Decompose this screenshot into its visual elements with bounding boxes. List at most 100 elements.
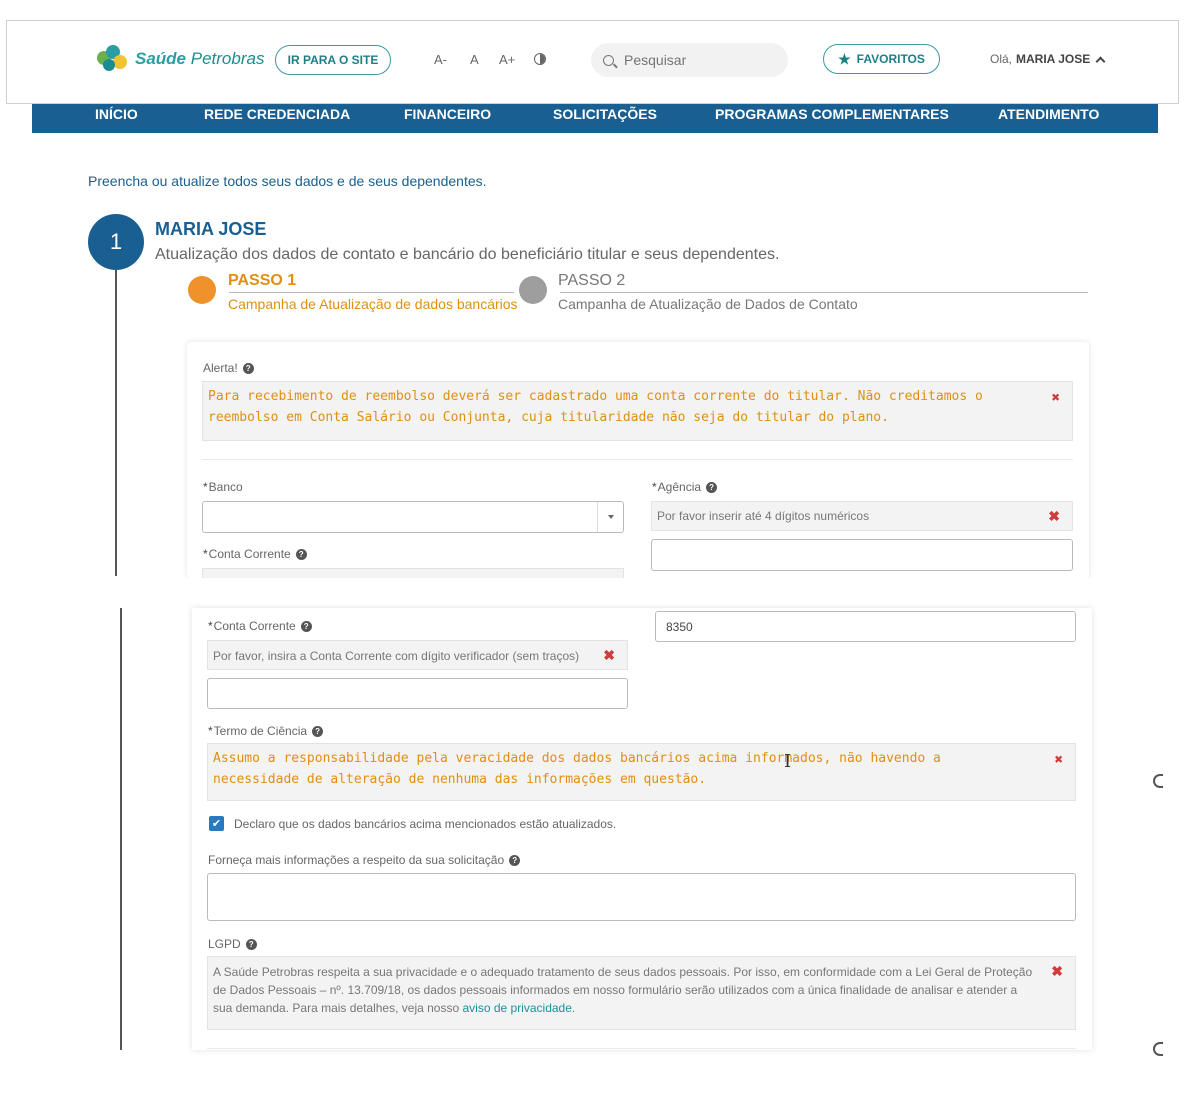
lgpd-label-text: LGPD [208, 937, 241, 951]
nav-item-solicitacoes[interactable]: SOLICITAÇÕES [553, 104, 657, 133]
go-to-site-button[interactable]: IR PARA O SITE [275, 45, 391, 75]
confirm-checkbox[interactable]: ✔ [209, 816, 224, 831]
chevron-down-icon[interactable] [597, 502, 623, 532]
star-icon: ★ [838, 50, 851, 67]
divider [207, 1048, 1076, 1049]
more-info-label-text: Forneça mais informações a respeito da s… [208, 853, 505, 867]
edge-fragment-icon [1153, 1042, 1163, 1056]
terms-label-text: Termo de Ciência [213, 724, 308, 738]
chevron-up-icon [1095, 56, 1106, 66]
close-icon[interactable]: ✖ [1052, 388, 1060, 409]
text-cursor-icon: I [784, 751, 792, 772]
progress-line-2 [560, 292, 1088, 293]
nav-item-programas-complementares[interactable]: PROGRAMAS COMPLEMENTARES [715, 104, 949, 133]
help-icon[interactable]: ? [245, 938, 257, 950]
step2-title[interactable]: PASSO 2 [558, 272, 625, 290]
help-icon[interactable]: ? [242, 362, 254, 374]
required-mark: * [203, 547, 208, 561]
font-reset-button[interactable]: A [470, 52, 479, 67]
step-subtitle: Atualização dos dados de contato e bancá… [155, 246, 780, 263]
nav-item-inicio[interactable]: INÍCIO [95, 104, 138, 133]
privacy-notice-link[interactable]: aviso de privacidade [462, 1001, 571, 1015]
required-mark: * [208, 619, 213, 633]
search-bar[interactable] [591, 43, 788, 77]
help-icon[interactable]: ? [295, 548, 307, 560]
font-decrease-button[interactable]: A- [434, 52, 447, 67]
page: { "header": { "logo": {"brand_bold": "Sa… [0, 0, 1184, 1099]
agency-input[interactable]: 8350 [655, 611, 1076, 642]
nav-item-rede-credenciada[interactable]: REDE CREDENCIADA [204, 104, 350, 133]
scroll-gap [0, 578, 1184, 608]
terms-message: Assumo a responsabilidade pela veracidad… [207, 743, 1076, 801]
lgpd-notice-end: . [571, 1001, 576, 1015]
alert-message: Para recebimento de reembolso deverá ser… [202, 381, 1073, 441]
divider [202, 459, 1073, 460]
account-label: * Conta Corrente ? [208, 619, 312, 633]
agency-label-text: Agência [657, 480, 702, 494]
step-timeline [115, 270, 117, 576]
user-name: MARIA JOSE [1016, 52, 1091, 66]
step1-indicator[interactable] [188, 276, 216, 304]
font-increase-button[interactable]: A+ [499, 52, 515, 67]
agency-label: * Agência ? [652, 480, 718, 494]
search-input[interactable] [624, 52, 774, 68]
help-icon[interactable]: ? [509, 854, 521, 866]
progress-line-1 [229, 292, 514, 293]
logo-text: Saúde Petrobras [135, 49, 264, 69]
close-icon[interactable]: ✖ [1055, 750, 1063, 771]
form-card-bottom: * Conta Corrente ? 8350 Por favor, insira… [192, 608, 1092, 1050]
lgpd-notice: A Saúde Petrobras respeita a sua privaci… [207, 956, 1076, 1030]
help-icon[interactable]: ? [300, 620, 312, 632]
edge-fragment-icon [1153, 774, 1163, 788]
confirm-checkbox-label[interactable]: Declaro que os dados bancários acima men… [234, 817, 616, 831]
search-icon [603, 54, 614, 66]
nav-item-atendimento[interactable]: ATENDIMENTO [998, 104, 1099, 133]
confirm-checkbox-text: Declaro que os dados bancários acima men… [234, 817, 617, 831]
step2-indicator[interactable] [519, 276, 547, 304]
step1-title[interactable]: PASSO 1 [228, 272, 296, 290]
more-info-textarea[interactable] [207, 873, 1076, 921]
agency-input-value: 8350 [666, 619, 693, 634]
close-icon[interactable]: ✖ [1048, 507, 1060, 525]
account-hint-partial [202, 568, 624, 578]
help-icon[interactable]: ? [312, 725, 324, 737]
account-hint: Por favor, insira a Conta Corrente com d… [207, 640, 628, 670]
logo-brand-light: Petrobras [186, 49, 265, 68]
account-label: * Conta Corrente ? [203, 547, 307, 561]
greeting: Olá, [990, 52, 1013, 66]
step-timeline-continued [120, 608, 122, 1050]
account-label-text: Conta Corrente [213, 619, 296, 633]
account-label-text: Conta Corrente [208, 547, 291, 561]
intro-text: Preencha ou atualize todos seus dados e … [88, 173, 487, 189]
logo[interactable]: Saúde Petrobras [97, 45, 264, 73]
account-hint-text: Por favor, insira a Conta Corrente com d… [213, 649, 580, 663]
lgpd-label: LGPD ? [208, 937, 257, 951]
terms-label: * Termo de Ciência ? [208, 724, 324, 738]
required-mark: * [208, 724, 213, 738]
bank-select[interactable] [202, 501, 624, 533]
account-input[interactable] [207, 678, 628, 709]
step1-description: Campanha de Atualização de dados bancári… [228, 296, 518, 312]
top-header: Saúde Petrobras IR PARA O SITE A- A A+ ★… [6, 20, 1179, 104]
terms-message-text: Assumo a responsabilidade pela veracidad… [213, 751, 941, 787]
step-number-badge: 1 [88, 214, 144, 270]
bank-label: * Banco [203, 480, 243, 494]
contrast-icon[interactable] [534, 53, 546, 65]
beneficiary-name: MARIA JOSE [155, 219, 267, 239]
nav-item-financeiro[interactable]: FINANCEIRO [404, 104, 491, 133]
close-icon[interactable]: ✖ [603, 646, 615, 664]
logo-mark-icon [97, 45, 129, 73]
bank-label-text: Banco [208, 480, 243, 494]
agency-input-empty[interactable] [651, 539, 1073, 571]
more-info-label: Forneça mais informações a respeito da s… [208, 853, 521, 867]
lgpd-notice-text: A Saúde Petrobras respeita a sua privaci… [213, 965, 1033, 1015]
close-icon[interactable]: ✖ [1051, 962, 1063, 980]
logo-brand-bold: Saúde [135, 49, 187, 68]
required-mark: * [203, 480, 208, 494]
user-menu[interactable]: Olá, MARIA JOSE [990, 52, 1106, 66]
favorites-button[interactable]: ★ FAVORITOS [823, 44, 940, 74]
help-icon[interactable]: ? [706, 481, 718, 493]
main-nav: INÍCIO REDE CREDENCIADA FINANCEIRO SOLIC… [32, 104, 1158, 133]
alert-message-text: Para recebimento de reembolso deverá ser… [208, 389, 983, 425]
favorites-label: FAVORITOS [856, 52, 925, 66]
